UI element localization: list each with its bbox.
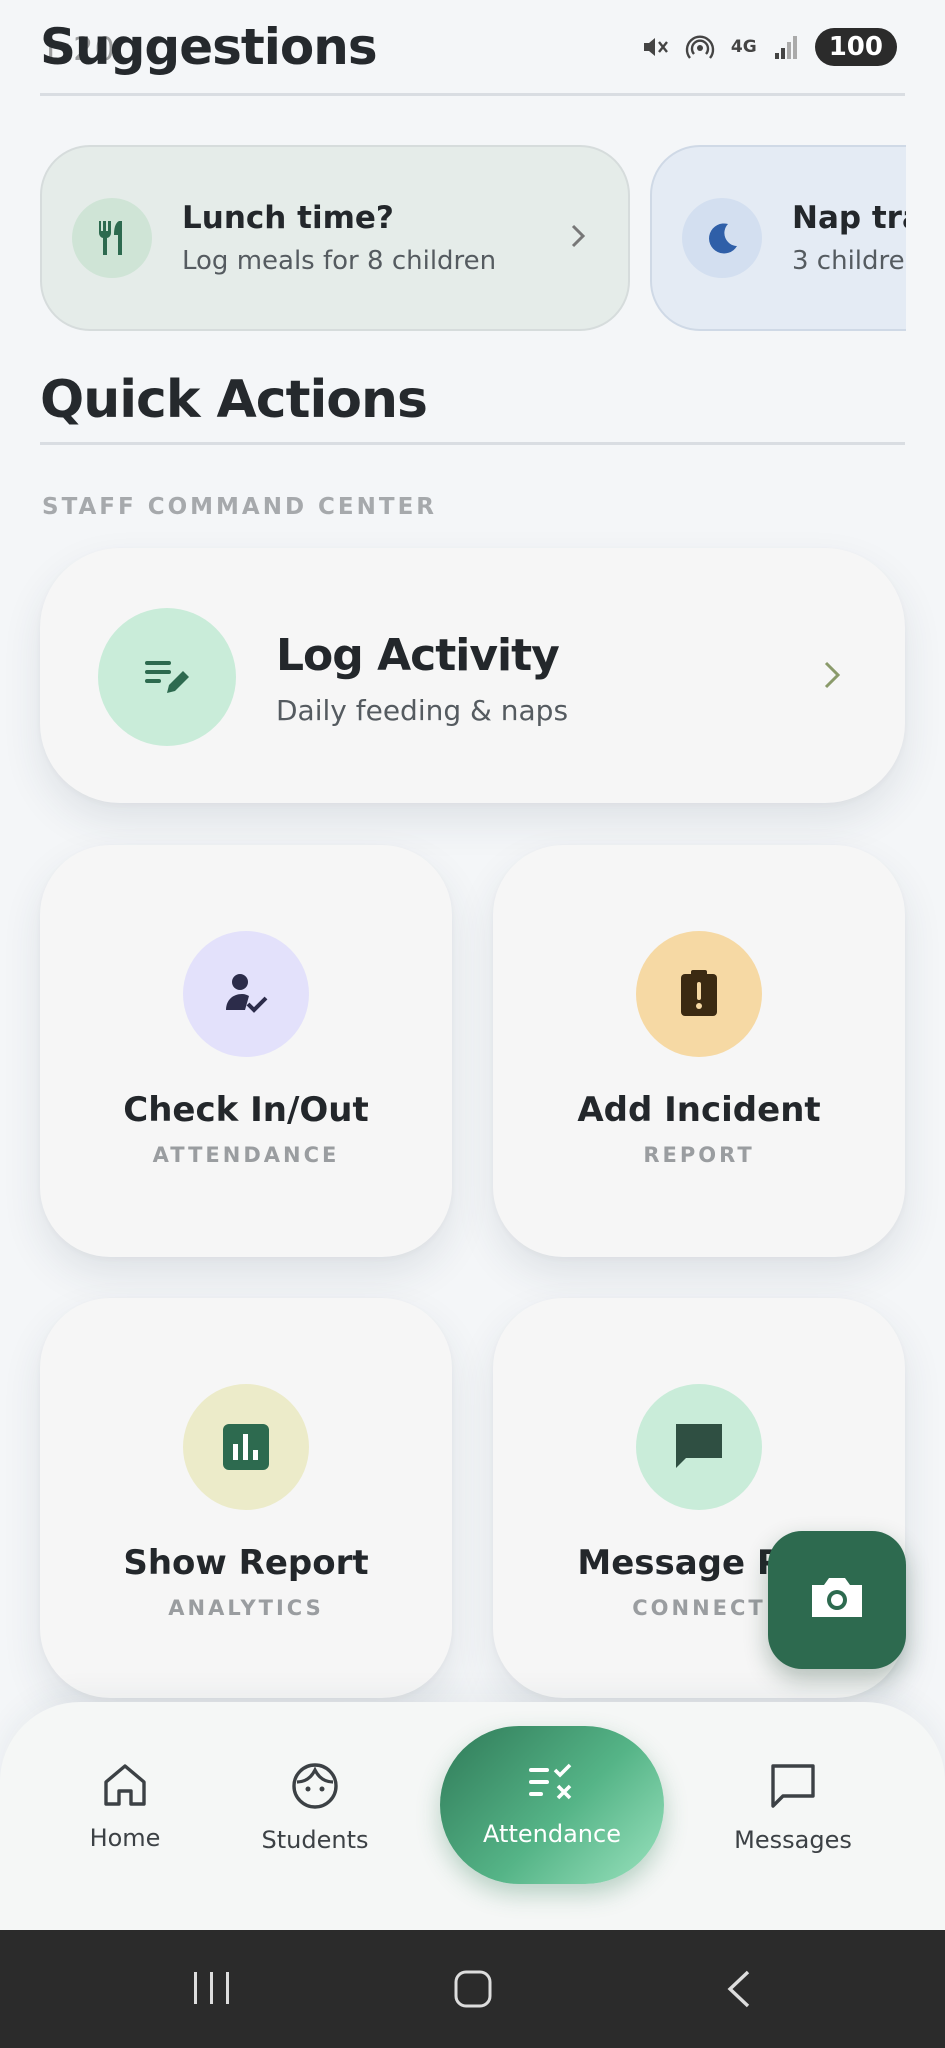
suggestions-carousel[interactable]: Lunch time? Log meals for 8 children Nap… bbox=[0, 140, 906, 340]
add-incident-tile[interactable]: Add Incident REPORT bbox=[493, 845, 905, 1257]
nav-label: Home bbox=[89, 1824, 161, 1852]
camera-fab-button[interactable] bbox=[768, 1531, 906, 1669]
nav-label: Messages bbox=[734, 1826, 852, 1854]
tile-subtitle: ANALYTICS bbox=[168, 1596, 324, 1620]
status-icons: 4G 100 bbox=[639, 28, 897, 66]
nav-item-students[interactable]: Students bbox=[230, 1760, 400, 1854]
chevron-right-icon bbox=[568, 221, 588, 255]
nav-item-messages[interactable]: Messages bbox=[708, 1760, 878, 1854]
log-activity-title: Log Activity bbox=[276, 630, 560, 681]
suggestions-title: Suggestions bbox=[40, 18, 378, 76]
notes-pencil-icon bbox=[98, 608, 236, 746]
bottom-nav: Home Students Attendance Messages bbox=[0, 1702, 945, 1930]
hotspot-icon bbox=[685, 32, 715, 62]
show-report-tile[interactable]: Show Report ANALYTICS bbox=[40, 1298, 452, 1698]
tile-subtitle: REPORT bbox=[643, 1143, 755, 1167]
suggestions-divider bbox=[40, 93, 905, 96]
suggestion-subtitle: 3 childre bbox=[792, 246, 905, 276]
log-activity-card[interactable]: Log Activity Daily feeding & naps bbox=[40, 548, 905, 803]
bar-chart-icon bbox=[183, 1384, 309, 1510]
nav-label: Attendance bbox=[483, 1820, 621, 1848]
suggestion-title: Nap tra bbox=[792, 200, 906, 236]
home-button-icon[interactable] bbox=[452, 1968, 494, 2014]
utensils-icon bbox=[72, 198, 152, 278]
message-square-icon bbox=[708, 1760, 878, 1812]
nav-item-home[interactable]: Home bbox=[40, 1760, 210, 1852]
tile-subtitle: ATTENDANCE bbox=[152, 1143, 340, 1167]
check-in-out-tile[interactable]: Check In/Out ATTENDANCE bbox=[40, 845, 452, 1257]
tile-title: Add Incident bbox=[577, 1090, 821, 1130]
system-nav-bar bbox=[0, 1930, 945, 2048]
tile-title: Check In/Out bbox=[123, 1090, 369, 1130]
suggestion-subtitle: Log meals for 8 children bbox=[182, 246, 497, 276]
moon-icon bbox=[682, 198, 762, 278]
suggestion-card-lunch[interactable]: Lunch time? Log meals for 8 children bbox=[40, 145, 630, 331]
battery-indicator: 100 bbox=[814, 28, 897, 66]
person-check-icon bbox=[183, 931, 309, 1057]
nav-label: Students bbox=[261, 1826, 369, 1854]
camera-icon bbox=[806, 1567, 868, 1633]
section-label: STAFF COMMAND CENTER bbox=[42, 494, 438, 520]
checklist-icon bbox=[525, 1763, 579, 1808]
log-activity-subtitle: Daily feeding & naps bbox=[276, 694, 569, 727]
quick-actions-title: Quick Actions bbox=[40, 370, 428, 430]
signal-icon bbox=[773, 33, 799, 61]
recent-apps-icon[interactable] bbox=[190, 1968, 234, 2012]
suggestion-card-nap[interactable]: Nap tra 3 childre bbox=[650, 145, 906, 331]
clipboard-alert-icon bbox=[636, 931, 762, 1057]
chevron-right-icon bbox=[821, 658, 843, 696]
tile-title: Show Report bbox=[123, 1543, 369, 1583]
quick-actions-divider bbox=[40, 442, 905, 445]
nav-item-attendance[interactable]: Attendance bbox=[440, 1726, 664, 1884]
back-icon[interactable] bbox=[722, 1968, 756, 2014]
home-icon bbox=[40, 1760, 210, 1810]
network-type-label: 4G bbox=[730, 37, 757, 57]
student-face-icon bbox=[230, 1760, 400, 1812]
suggestion-title: Lunch time? bbox=[182, 200, 394, 236]
chat-icon bbox=[636, 1384, 762, 1510]
mute-icon bbox=[639, 32, 669, 62]
